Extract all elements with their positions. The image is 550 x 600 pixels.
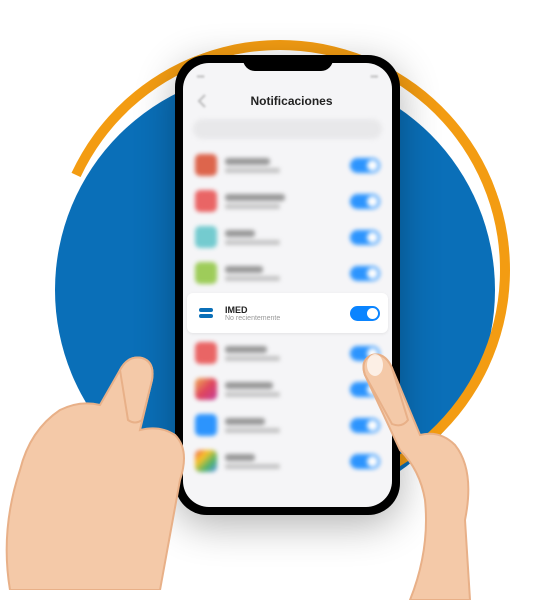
app-icon bbox=[195, 154, 217, 176]
page-title: Notificaciones bbox=[219, 94, 364, 108]
status-right: ••• bbox=[371, 74, 378, 81]
app-icon bbox=[195, 190, 217, 212]
app-row[interactable] bbox=[193, 219, 382, 255]
search-input[interactable] bbox=[193, 119, 382, 139]
hand-right bbox=[290, 320, 510, 600]
toggle[interactable] bbox=[350, 194, 380, 209]
app-name: IMED bbox=[225, 305, 342, 315]
toggle[interactable] bbox=[350, 158, 380, 173]
back-icon[interactable] bbox=[195, 93, 211, 109]
header: Notificaciones bbox=[183, 87, 392, 119]
toggle[interactable] bbox=[350, 266, 380, 281]
app-icon bbox=[195, 226, 217, 248]
hand-left bbox=[0, 270, 230, 590]
toggle[interactable] bbox=[350, 230, 380, 245]
status-left: ••• bbox=[197, 74, 204, 81]
app-row[interactable] bbox=[193, 183, 382, 219]
app-row[interactable] bbox=[193, 147, 382, 183]
toggle-imed[interactable] bbox=[350, 306, 380, 321]
phone-notch bbox=[243, 55, 333, 71]
